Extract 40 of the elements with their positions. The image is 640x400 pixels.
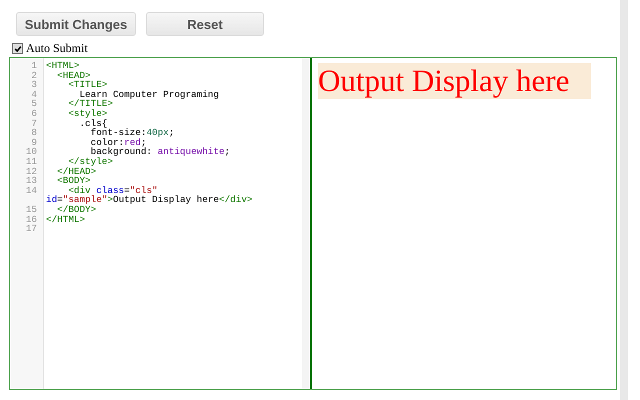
code-line: .cls{ [79,118,108,129]
line-number: 14 [24,186,37,198]
code-line: id="sample">Output Display here</div> [46,194,252,206]
editor-scrollbar[interactable] [302,58,312,389]
code-line: <HEAD> [56,70,91,81]
code-line: color:red; [90,136,146,148]
code-line: </HTML> [46,214,86,224]
code-line: font-size:40px; [90,127,174,138]
line-number: 5 [30,99,37,109]
line-number: 6 [30,108,37,119]
auto-submit-checkbox[interactable] [12,43,23,54]
code-line: </HEAD> [56,166,96,177]
output-text: Output Display here [318,63,592,99]
line-number: 4 [30,90,37,100]
line-number: 12 [24,166,37,176]
code-line: </BODY> [56,204,96,215]
line-number: 2 [30,70,37,80]
code-line: <HTML> [46,60,80,71]
checkbox-label: Auto Submit [26,41,88,56]
line-number: 3 [30,80,37,90]
line-number: 15 [24,204,37,214]
line-number: 9 [31,138,37,148]
code-line: </style> [67,156,113,167]
line-number: 10 [24,147,37,157]
line-number: 13 [24,176,37,186]
line-number: 8 [30,128,37,138]
code-line: <style> [67,108,108,119]
line-number: 11 [24,156,37,167]
code-line: <BODY> [56,175,91,186]
line-number: 16 [24,214,37,224]
code-line: </TITLE> [67,98,113,110]
code-line: Learn Computer Programing [79,88,219,100]
line-number: 1 [30,61,37,71]
line-number: 7 [30,118,37,128]
line-number: 17 [24,224,37,234]
toolbar-button[interactable]: Submit Changes [16,12,136,36]
toolbar-button[interactable]: Reset [146,12,264,36]
code-line: <TITLE> [67,79,108,90]
code-line: background: antiquewhite; [90,146,230,158]
code-line: <div class="cls" [68,184,158,196]
